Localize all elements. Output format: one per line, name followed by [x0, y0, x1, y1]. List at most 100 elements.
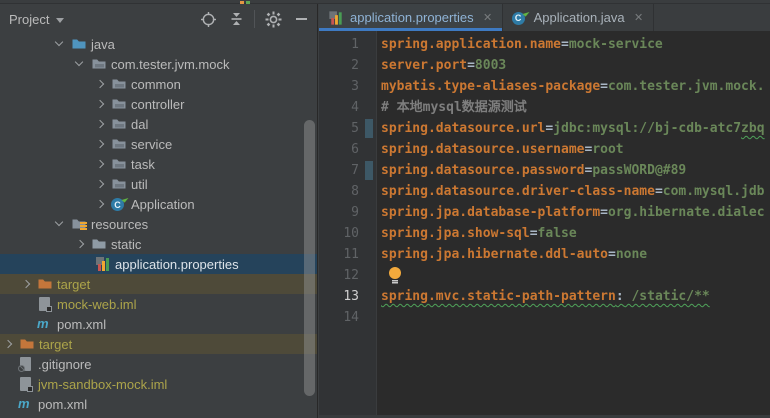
- tree-row-pom-module[interactable]: m pom.xml: [0, 314, 317, 334]
- editor-pane: application.properties C Application.jav…: [319, 4, 770, 418]
- tree-label: pom.xml: [38, 396, 88, 412]
- line-number: 8: [351, 184, 359, 199]
- editor-gutter: 1 2 3 4 5 6 7 8 9 10 11 12 13 14: [319, 31, 377, 418]
- chevron-right-icon[interactable]: [19, 277, 33, 291]
- code-line-1[interactable]: spring.application.name=mock-service: [381, 34, 770, 55]
- tree-row-controller[interactable]: controller: [0, 94, 317, 114]
- code-line-2[interactable]: server.port=8003: [381, 55, 770, 76]
- module-file-icon: [18, 376, 34, 392]
- code-line-12[interactable]: [381, 265, 770, 286]
- properties-file-icon: [328, 10, 343, 25]
- tree-row-task[interactable]: task: [0, 154, 317, 174]
- tree-row-java[interactable]: java: [0, 34, 317, 54]
- tree-row-package-root[interactable]: com.tester.jvm.mock: [0, 54, 317, 74]
- code-line-13[interactable]: spring.mvc.static-path-pattern: /static/…: [381, 286, 770, 307]
- chevron-right-icon[interactable]: [93, 197, 107, 211]
- intention-bulb-icon[interactable]: [388, 267, 402, 284]
- line-number: 12: [343, 268, 359, 283]
- chevron-down-icon[interactable]: [73, 57, 87, 71]
- line-number: 4: [351, 100, 359, 115]
- tree-label: common: [131, 76, 181, 92]
- crosshair-icon: [200, 11, 216, 27]
- tree-label: task: [131, 156, 155, 172]
- package-folder-icon: [91, 56, 107, 72]
- changed-line-marker: [365, 161, 373, 180]
- panel-settings-button[interactable]: [263, 9, 283, 29]
- tree-label: static: [111, 236, 142, 252]
- code-line-8[interactable]: spring.datasource.driver-class-name=com.…: [381, 181, 770, 202]
- chevron-right-icon[interactable]: [93, 77, 107, 91]
- class-icon: C: [111, 195, 129, 212]
- collapse-all-button[interactable]: [226, 9, 246, 29]
- tree-row-mock-web-iml[interactable]: mock-web.iml: [0, 294, 317, 314]
- excluded-folder-icon: [37, 276, 53, 292]
- locate-file-button[interactable]: [198, 9, 218, 29]
- close-tab-icon[interactable]: [482, 12, 494, 24]
- chevron-right-icon[interactable]: [93, 177, 107, 191]
- tab-label: Application.java: [533, 10, 625, 25]
- line-number: 1: [351, 37, 359, 52]
- project-view-dropdown[interactable]: Project: [9, 12, 64, 27]
- module-file-icon: [37, 296, 53, 312]
- code-line-6[interactable]: spring.datasource.username=root: [381, 139, 770, 160]
- resources-folder-icon: [71, 216, 87, 232]
- code-line-10[interactable]: spring.jpa.show-sql=false: [381, 223, 770, 244]
- chevron-down-icon[interactable]: [53, 37, 67, 51]
- tree-label: target: [39, 336, 73, 352]
- line-number: 10: [343, 226, 359, 241]
- class-icon: C: [511, 8, 530, 26]
- tree-label: service: [131, 136, 173, 152]
- tree-row-gitignore[interactable]: .gitignore: [0, 354, 317, 374]
- tree-label: mock-web.iml: [57, 296, 137, 312]
- chevron-right-icon[interactable]: [73, 237, 87, 251]
- project-panel-scrollbar[interactable]: [304, 120, 315, 396]
- tab-application-properties[interactable]: application.properties: [319, 4, 503, 31]
- code-line-4[interactable]: # 本地mysql数据源测试: [381, 97, 770, 118]
- tree-label: .gitignore: [38, 356, 92, 372]
- code-line-3[interactable]: mybatis.type-aliases-package=com.tester.…: [381, 76, 770, 97]
- tree-row-application-properties[interactable]: application.properties: [0, 254, 317, 274]
- chevron-right-icon[interactable]: [93, 117, 107, 131]
- close-tab-icon[interactable]: [633, 12, 645, 24]
- code-line-9[interactable]: spring.jpa.database-platform=org.hiberna…: [381, 202, 770, 223]
- project-panel: Project java com.tester.jvm.mock common …: [0, 4, 318, 418]
- tree-row-application-class[interactable]: C Application: [0, 194, 317, 214]
- editor-body: 1 2 3 4 5 6 7 8 9 10 11 12 13 14 spring.…: [319, 31, 770, 418]
- folder-icon: [91, 236, 107, 252]
- tree-row-common[interactable]: common: [0, 74, 317, 94]
- tree-row-target-root[interactable]: target: [0, 334, 317, 354]
- chevron-down-icon[interactable]: [53, 217, 67, 231]
- line-number: 6: [351, 142, 359, 157]
- hide-panel-button[interactable]: [291, 9, 311, 29]
- tree-row-util[interactable]: util: [0, 174, 317, 194]
- tree-row-service[interactable]: service: [0, 134, 317, 154]
- tree-row-jvm-sandbox-mock-iml[interactable]: jvm-sandbox-mock.iml: [0, 374, 317, 394]
- tree-row-dal[interactable]: dal: [0, 114, 317, 134]
- ide-window: Project java com.tester.jvm.mock common …: [0, 0, 770, 418]
- code-area[interactable]: spring.application.name=mock-service ser…: [377, 31, 770, 418]
- package-folder-icon: [111, 176, 127, 192]
- tree-label: application.properties: [115, 256, 239, 272]
- tree-row-target-module[interactable]: target: [0, 274, 317, 294]
- project-view-label: Project: [9, 11, 50, 27]
- code-line-14[interactable]: [381, 307, 770, 328]
- code-line-7[interactable]: spring.datasource.password=passWORD@#89: [381, 160, 770, 181]
- tree-row-resources[interactable]: resources: [0, 214, 317, 234]
- chevron-right-icon[interactable]: [1, 337, 15, 351]
- tree-row-pom-root[interactable]: m pom.xml: [0, 394, 317, 414]
- project-panel-header: Project: [0, 4, 317, 34]
- chevron-right-icon[interactable]: [93, 157, 107, 171]
- excluded-folder-icon: [19, 336, 35, 352]
- line-number: 9: [351, 205, 359, 220]
- tree-label: Application: [131, 196, 195, 212]
- line-number-current: 13: [343, 289, 359, 304]
- line-number: 14: [343, 310, 359, 325]
- tree-row-static[interactable]: static: [0, 234, 317, 254]
- tree-label: com.tester.jvm.mock: [111, 56, 230, 72]
- chevron-right-icon[interactable]: [93, 97, 107, 111]
- tab-application-java[interactable]: C Application.java: [503, 4, 654, 31]
- line-number: 2: [351, 58, 359, 73]
- code-line-5[interactable]: spring.datasource.url=jdbc:mysql://bj-cd…: [381, 118, 770, 139]
- chevron-right-icon[interactable]: [93, 137, 107, 151]
- code-line-11[interactable]: spring.jpa.hibernate.ddl-auto=none: [381, 244, 770, 265]
